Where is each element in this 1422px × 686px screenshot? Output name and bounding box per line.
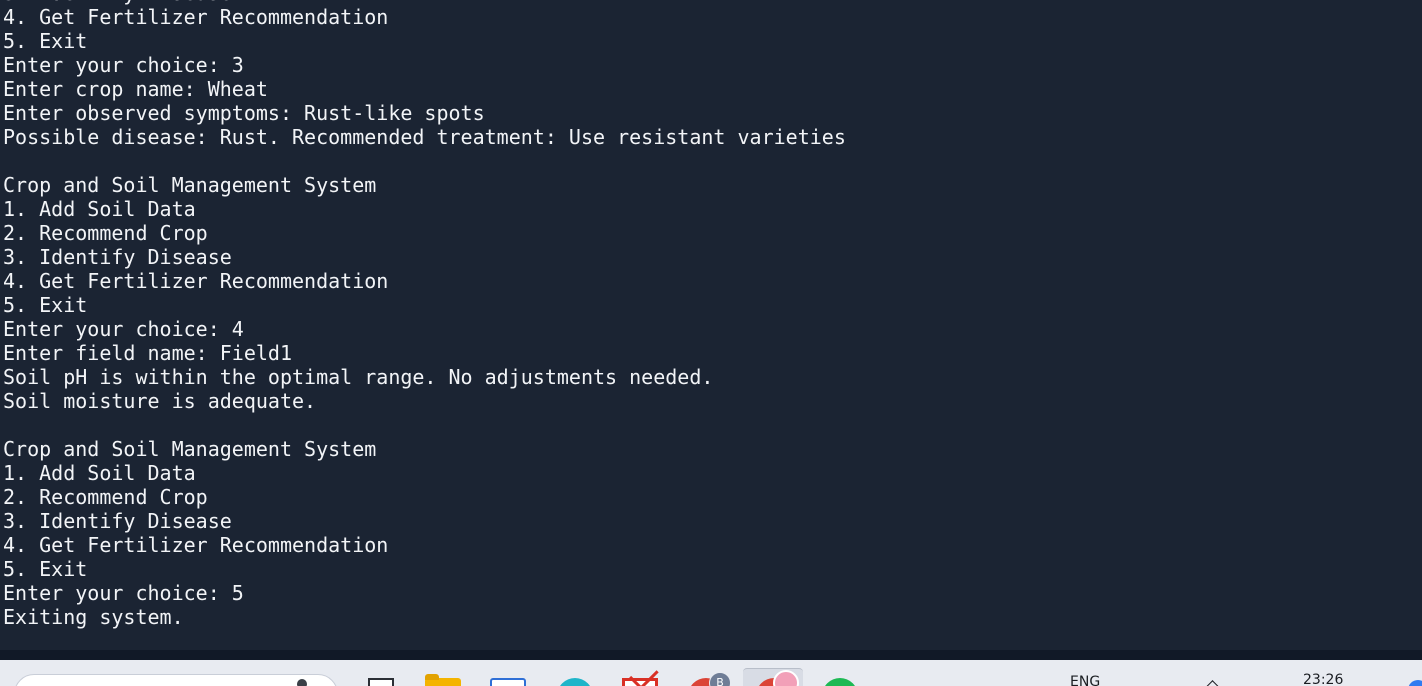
- terminal-line: Crop and Soil Management System: [3, 437, 377, 461]
- language-indicator[interactable]: ENG: [1070, 674, 1100, 686]
- terminal-window[interactable]: 3. Identify Disease4. Get Fertilizer Rec…: [0, 0, 1422, 650]
- terminal-line: 3. Identify Disease: [3, 245, 232, 269]
- terminal-line: 5. Exit: [3, 293, 88, 317]
- store-icon[interactable]: [490, 678, 526, 686]
- terminal-line: Soil moisture is adequate.: [3, 389, 317, 413]
- spotify-icon[interactable]: [822, 678, 858, 686]
- clock-time[interactable]: 23:26: [1303, 672, 1343, 686]
- notification-icon[interactable]: [1408, 680, 1422, 686]
- terminal-line: 5. Exit: [3, 29, 88, 53]
- terminal-line: Enter your choice: 4: [3, 317, 244, 341]
- terminal-line: 1. Add Soil Data: [3, 461, 196, 485]
- terminal-line: 2. Recommend Crop: [3, 485, 208, 509]
- terminal-line: Enter crop name: Wheat: [3, 77, 268, 101]
- terminal-line: Enter observed symptoms: Rust-like spots: [3, 101, 485, 125]
- terminal-line: Enter field name: Field1: [3, 341, 292, 365]
- terminal-line: 4. Get Fertilizer Recommendation: [3, 269, 389, 293]
- terminal-line: Possible disease: Rust. Recommended trea…: [3, 125, 846, 149]
- terminal-line: 5. Exit: [3, 557, 88, 581]
- chevron-up-icon[interactable]: [1206, 680, 1219, 686]
- search-icon: [297, 679, 307, 686]
- taskbar: B ENG 23:26: [0, 660, 1422, 686]
- terminal-line: 3. Identify Disease: [3, 509, 232, 533]
- window-bottom-edge: [0, 650, 1422, 660]
- edge-icon[interactable]: [557, 678, 593, 686]
- terminal-line: 2. Recommend Crop: [3, 221, 208, 245]
- task-view-icon[interactable]: [368, 678, 394, 686]
- taskbar-search-box[interactable]: [14, 674, 338, 686]
- gmail-icon[interactable]: [622, 678, 658, 686]
- terminal-line: Crop and Soil Management System: [3, 173, 377, 197]
- terminal-line: Soil pH is within the optimal range. No …: [3, 365, 714, 389]
- terminal-line: 4. Get Fertilizer Recommendation: [3, 533, 389, 557]
- terminal-line: Enter your choice: 3: [3, 53, 244, 77]
- profile-badge: B: [709, 672, 731, 686]
- file-explorer-icon[interactable]: [425, 674, 461, 686]
- terminal-line: Exiting system.: [3, 605, 184, 629]
- terminal-line: 4. Get Fertilizer Recommendation: [3, 5, 389, 29]
- terminal-output: 3. Identify Disease4. Get Fertilizer Rec…: [3, 0, 846, 629]
- terminal-line: 1. Add Soil Data: [3, 197, 196, 221]
- terminal-line: Enter your choice: 5: [3, 581, 244, 605]
